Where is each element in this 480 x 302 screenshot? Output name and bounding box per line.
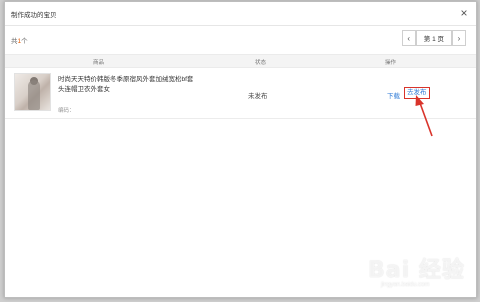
item-count: 共1个 bbox=[11, 35, 28, 45]
download-link[interactable]: 下载 bbox=[387, 90, 400, 100]
product-code-label: 编码： bbox=[58, 108, 75, 114]
column-header-status: 状态 bbox=[255, 60, 267, 66]
close-icon[interactable]: × bbox=[457, 6, 471, 20]
publish-link[interactable]: 去发布 bbox=[404, 87, 430, 99]
product-thumbnail[interactable] bbox=[14, 73, 51, 111]
dialog-title: 制作成功的宝贝 bbox=[11, 12, 57, 19]
prev-page-button[interactable]: ‹ bbox=[401, 30, 416, 46]
column-header-product: 商品 bbox=[93, 60, 105, 66]
watermark-logo: Bai 经验 bbox=[368, 258, 465, 283]
product-title[interactable]: 时尚天天特价韩版冬季原宿风外套加绒宽松bf套头连帽卫衣外套女 bbox=[58, 75, 198, 95]
thumbnail-figure-body bbox=[28, 80, 40, 110]
product-status: 未发布 bbox=[248, 93, 268, 100]
next-page-button[interactable]: › bbox=[452, 30, 466, 46]
pagination: ‹ 第 1 页 › bbox=[401, 30, 466, 46]
column-header-actions: 操作 bbox=[385, 60, 397, 66]
count-suffix: 个 bbox=[21, 38, 28, 45]
table-header: 商品 状态 操作 bbox=[5, 54, 476, 68]
watermark-url: jingyan.baidu.com bbox=[381, 282, 430, 288]
dialog-header: 制作成功的宝贝 × bbox=[5, 2, 476, 26]
current-page-label: 第 1 页 bbox=[416, 30, 451, 46]
table-row: 时尚天天特价韩版冬季原宿风外套加绒宽松bf套头连帽卫衣外套女 编码： 未发布 下… bbox=[5, 68, 476, 119]
